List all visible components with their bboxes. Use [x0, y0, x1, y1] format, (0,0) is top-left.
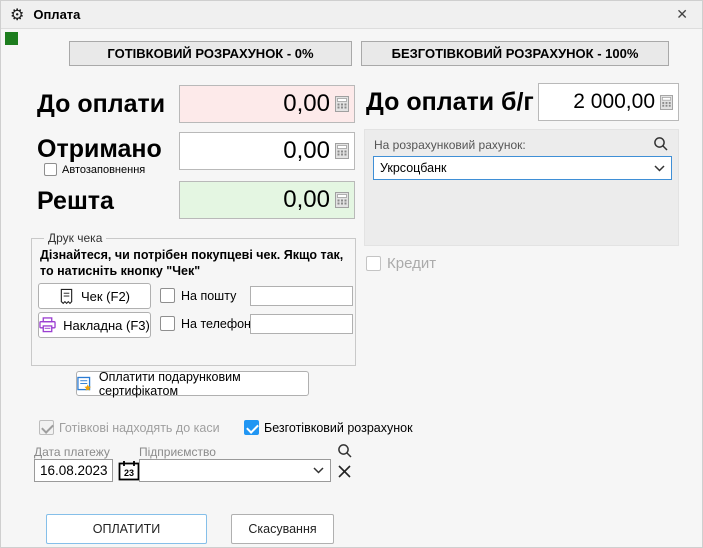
cashless-option: Безготівковий розрахунок [244, 420, 413, 435]
credit-label: Кредит [387, 255, 437, 272]
autofill-option: Автозаповнення [44, 163, 145, 176]
cash-to-register-checkbox [39, 420, 54, 435]
autofill-label: Автозаповнення [62, 163, 146, 176]
received-value: 0,00 [283, 137, 330, 164]
received-field[interactable]: 0,00 [179, 132, 355, 170]
to-pay-label: До оплати [37, 90, 166, 118]
calendar-icon: 23 [118, 461, 139, 481]
account-value: Укрсоцбанк [380, 161, 447, 175]
receipt-groupbox: Друк чека Дізнайтеся, чи потрібен покупц… [31, 231, 356, 366]
cancel-button[interactable]: Скасування [231, 514, 334, 544]
receipt-groupbox-legend: Друк чека [44, 231, 107, 245]
enterprise-label: Підприємство [139, 445, 216, 459]
account-panel: На розрахунковий рахунок: Укрсоцбанк [364, 129, 679, 246]
receipt-icon [60, 288, 73, 304]
email-label: На пошту [181, 288, 237, 303]
email-input[interactable] [250, 286, 353, 306]
receipt-button[interactable]: Чек (F2) [38, 283, 151, 309]
gear-icon: ⚙ [10, 6, 25, 24]
change-field[interactable]: 0,00 [179, 181, 355, 219]
cashless-to-pay-label: До оплати б/г [366, 88, 534, 116]
svg-text:23: 23 [123, 468, 133, 478]
invoice-button-label: Накладна (F3) [63, 317, 150, 333]
email-option: На пошту [160, 288, 236, 303]
received-label: Отримано [37, 135, 162, 163]
autofill-checkbox[interactable] [44, 163, 57, 176]
cash-payment-tab[interactable]: ГОТІВКОВИЙ РОЗРАХУНОК - 0% [69, 41, 352, 66]
phone-input[interactable] [250, 314, 353, 334]
cashless-to-pay-value: 2 000,00 [573, 90, 655, 113]
account-label: На розрахунковий рахунок: [374, 138, 526, 152]
window-title: Оплата [33, 7, 81, 22]
receipt-button-label: Чек (F2) [80, 288, 131, 304]
phone-label: На телефон [181, 316, 251, 331]
payment-window: ⚙ Оплата ✕ ГОТІВКОВИЙ РОЗРАХУНОК - 0% БЕ… [0, 0, 703, 548]
calculator-icon[interactable] [335, 143, 349, 159]
phone-checkbox[interactable] [160, 316, 175, 331]
cashless-payment-tab[interactable]: БЕЗГОТІВКОВИЙ РОЗРАХУНОК - 100% [361, 41, 669, 66]
chevron-down-icon [313, 467, 324, 474]
to-pay-value: 0,00 [283, 90, 330, 117]
search-icon[interactable] [653, 136, 669, 152]
cashless-to-pay-field[interactable]: 2 000,00 [538, 83, 679, 121]
cash-to-register-label: Готівкові надходять до каси [59, 420, 220, 435]
date-label: Дата платежу [34, 445, 110, 459]
status-square [5, 32, 18, 45]
date-input[interactable]: 16.08.2023 [34, 459, 113, 482]
cashless-checkbox[interactable] [244, 420, 259, 435]
close-icon[interactable]: ✕ [676, 6, 688, 23]
to-pay-field[interactable]: 0,00 [179, 85, 355, 123]
account-combobox[interactable]: Укрсоцбанк [373, 156, 672, 180]
calendar-button[interactable]: 23 [116, 459, 141, 482]
date-value: 16.08.2023 [40, 463, 108, 478]
enterprise-combobox[interactable] [139, 459, 331, 482]
credit-checkbox [366, 256, 381, 271]
title-bar: ⚙ Оплата ✕ [1, 1, 702, 29]
phone-option: На телефон [160, 316, 251, 331]
invoice-button[interactable]: Накладна (F3) [38, 312, 151, 338]
calculator-icon[interactable] [660, 94, 673, 110]
cashless-label: Безготівковий розрахунок [264, 420, 413, 435]
printer-icon [39, 317, 56, 333]
search-icon[interactable] [337, 443, 353, 459]
cash-to-register-option: Готівкові надходять до каси [39, 420, 220, 435]
email-checkbox[interactable] [160, 288, 175, 303]
gift-certificate-button-label: Оплатити подарунковим сертифікатом [98, 369, 241, 398]
gift-certificate-button[interactable]: Оплатити подарунковим сертифікатом [76, 369, 309, 398]
certificate-icon [77, 376, 91, 391]
credit-option: Кредит [366, 255, 436, 272]
pay-button[interactable]: ОПЛАТИТИ [46, 514, 207, 544]
clear-icon[interactable] [337, 464, 352, 479]
calculator-icon[interactable] [335, 96, 349, 112]
change-label: Решта [37, 187, 114, 215]
chevron-down-icon [654, 164, 665, 172]
receipt-hint: Дізнайтеся, чи потрібен покупцеві чек. Я… [40, 248, 344, 279]
change-value: 0,00 [283, 186, 330, 213]
calculator-icon[interactable] [335, 192, 349, 208]
